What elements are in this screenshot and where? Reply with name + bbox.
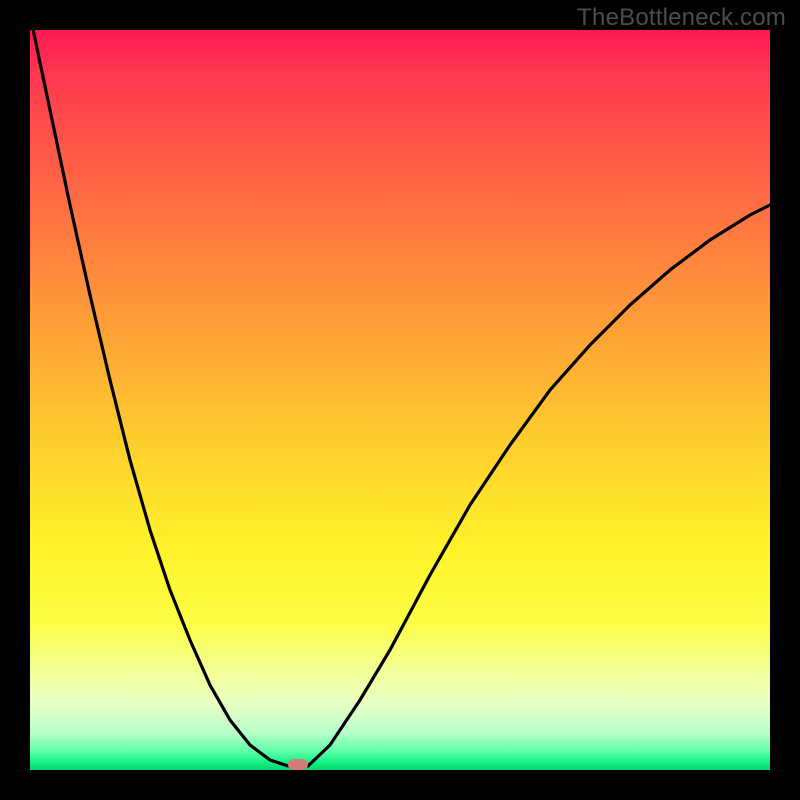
watermark-text: TheBottleneck.com <box>577 4 786 32</box>
plot-area <box>30 30 770 770</box>
heat-gradient <box>30 30 770 770</box>
balance-marker <box>288 759 308 770</box>
